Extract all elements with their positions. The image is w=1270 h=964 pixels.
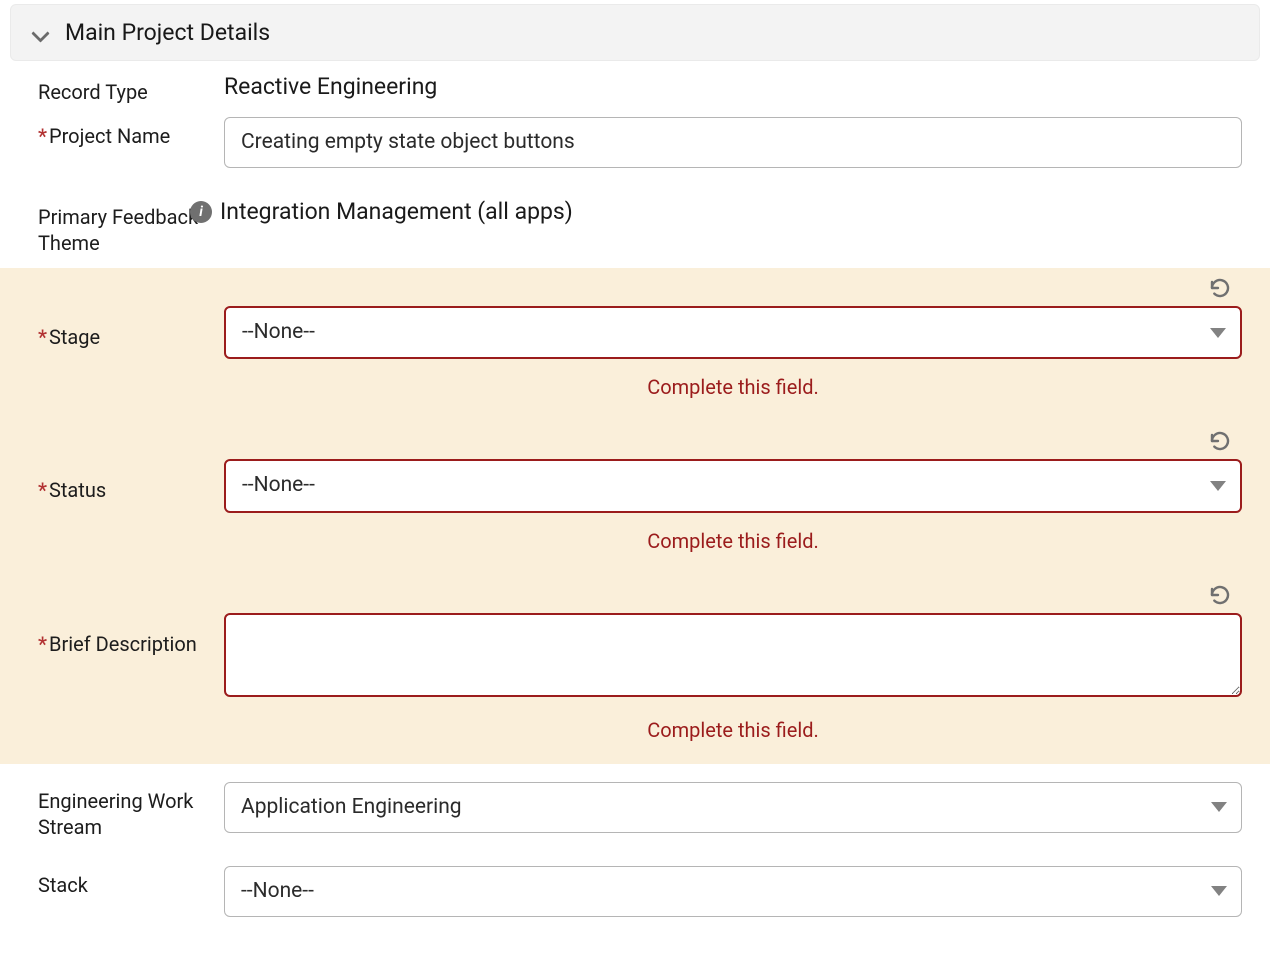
stage-select[interactable]: --None-- bbox=[224, 306, 1242, 359]
brief-description-error-message: Complete this field. bbox=[224, 718, 1242, 742]
row-engineering-work-stream: Engineering Work Stream Application Engi… bbox=[0, 764, 1270, 852]
row-record-type: Record Type Reactive Engineering bbox=[0, 61, 1270, 117]
value-primary-feedback-theme: Integration Management (all apps) bbox=[220, 198, 573, 225]
value-record-type: Reactive Engineering bbox=[224, 73, 1242, 100]
engineering-work-stream-select-value: Application Engineering bbox=[241, 795, 462, 820]
undo-icon[interactable] bbox=[1208, 431, 1232, 455]
info-icon[interactable]: i bbox=[190, 201, 212, 223]
label-engineering-work-stream: Engineering Work Stream bbox=[38, 782, 224, 840]
row-brief-description: *Brief Description Complete this field. bbox=[0, 575, 1270, 764]
label-project-name: *Project Name bbox=[38, 117, 224, 149]
caret-down-icon bbox=[1210, 481, 1226, 491]
undo-icon[interactable] bbox=[1208, 278, 1232, 302]
required-star-icon: * bbox=[38, 325, 47, 349]
caret-down-icon bbox=[1210, 328, 1226, 338]
required-star-icon: * bbox=[38, 478, 47, 502]
required-star-icon: * bbox=[38, 124, 47, 148]
label-record-type: Record Type bbox=[38, 73, 224, 105]
caret-down-icon bbox=[1211, 886, 1227, 896]
row-status: *Status --None-- Complete this field. bbox=[0, 421, 1270, 574]
form-body: Record Type Reactive Engineering *Projec… bbox=[0, 61, 1270, 939]
section-header[interactable]: Main Project Details bbox=[10, 4, 1260, 61]
row-project-name: *Project Name bbox=[0, 117, 1270, 180]
label-brief-description: *Brief Description bbox=[38, 575, 224, 657]
row-stack: Stack --None-- bbox=[0, 852, 1270, 929]
required-star-icon: * bbox=[38, 632, 47, 656]
stage-select-value: --None-- bbox=[242, 320, 315, 345]
status-error-message: Complete this field. bbox=[224, 529, 1242, 553]
stage-error-message: Complete this field. bbox=[224, 375, 1242, 399]
brief-description-textarea[interactable] bbox=[224, 613, 1242, 697]
label-stage: *Stage bbox=[38, 268, 224, 350]
section-title: Main Project Details bbox=[65, 19, 270, 46]
status-select[interactable]: --None-- bbox=[224, 459, 1242, 512]
chevron-down-icon bbox=[31, 24, 49, 42]
row-primary-feedback-theme: Primary Feedback Theme i Integration Man… bbox=[0, 180, 1270, 268]
project-name-input[interactable] bbox=[224, 117, 1242, 168]
row-stage: *Stage --None-- Complete this field. bbox=[0, 268, 1270, 421]
engineering-work-stream-select[interactable]: Application Engineering bbox=[224, 782, 1242, 833]
label-stack: Stack bbox=[38, 866, 224, 898]
caret-down-icon bbox=[1211, 802, 1227, 812]
stack-select[interactable]: --None-- bbox=[224, 866, 1242, 917]
undo-icon[interactable] bbox=[1208, 585, 1232, 609]
label-status: *Status bbox=[38, 421, 224, 503]
status-select-value: --None-- bbox=[242, 473, 315, 498]
stack-select-value: --None-- bbox=[241, 879, 314, 904]
